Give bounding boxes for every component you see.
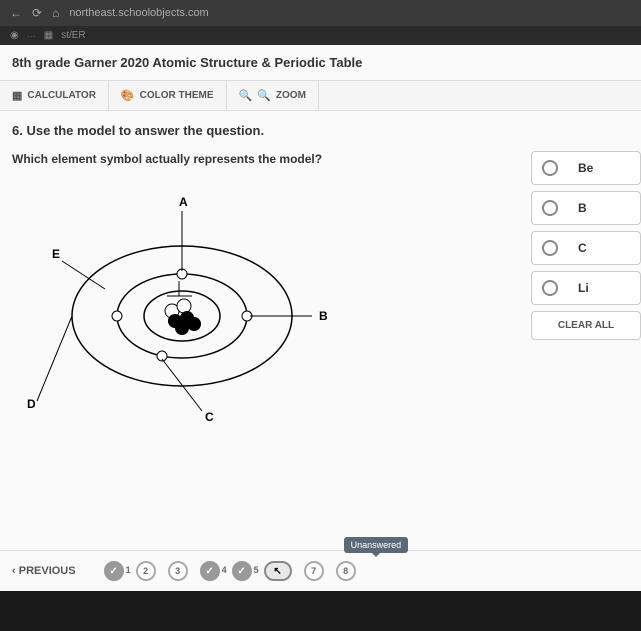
question-content: 6. Use the model to answer the question.… [0,111,641,591]
label-B: B [319,309,328,323]
device-bezel [0,591,641,631]
calculator-icon: ▦ [12,89,22,102]
home-icon[interactable]: ⌂ [52,6,59,20]
toolbar: ▦ CALCULATOR 🎨 COLOR THEME 🔍 🔍 ZOOM [0,81,641,111]
back-icon[interactable]: ← [10,6,22,20]
zoom-button[interactable]: 🔍 🔍 ZOOM [227,81,319,110]
tab-label: st/ER [61,30,85,41]
radio-icon [542,240,558,256]
nav-q5[interactable]: 5 [232,561,252,581]
nav-q2[interactable]: 2 [136,561,156,581]
previous-button[interactable]: ‹ PREVIOUS [12,565,76,577]
answer-option-li[interactable]: Li [531,271,641,305]
browser-address-bar: ← ⟳ ⌂ northeast.schoolobjects.com [0,0,641,26]
radio-icon [542,280,558,296]
zoom-out-icon: 🔍 [239,89,253,102]
tab-icon: ▦ [44,30,53,41]
nav-q1[interactable]: 1 [104,561,124,581]
cursor-icon: ↖ [273,566,281,577]
assessment-title: 8th grade Garner 2020 Atomic Structure &… [12,55,629,70]
chevron-left-icon: ‹ [12,565,19,577]
answer-option-c[interactable]: C [531,231,641,265]
browser-tab-bar: ◉ ··· ▦ st/ER [0,26,641,45]
nav-q7[interactable]: 7 [304,561,324,581]
url-text: northeast.schoolobjects.com [69,7,208,19]
label-C: C [205,410,214,424]
radio-icon [542,200,558,216]
palette-icon: 🎨 [121,89,135,102]
label-A: A [179,195,188,209]
color-theme-button[interactable]: 🎨 COLOR THEME [109,81,227,110]
radio-icon [542,160,558,176]
nav-q6-current[interactable]: ↖ [264,561,292,581]
answer-option-b[interactable]: B [531,191,641,225]
favicon-icon: ◉ [10,30,19,41]
clear-all-button[interactable]: CLEAR ALL [531,311,641,340]
label-E: E [52,247,60,261]
assessment-header: 8th grade Garner 2020 Atomic Structure &… [0,45,641,81]
nav-q4[interactable]: 4 [200,561,220,581]
question-nav: Unanswered 1 2 3 4 5 ↖ 7 8 [104,561,356,581]
question-nav-footer: ‹ PREVIOUS Unanswered 1 2 3 4 5 ↖ 7 8 [0,550,641,591]
label-D: D [27,397,36,411]
question-number: 6. Use the model to answer the question. [12,123,629,138]
reload-icon[interactable]: ⟳ [32,6,42,20]
unanswered-tooltip: Unanswered [344,537,409,553]
nav-q8[interactable]: 8 [336,561,356,581]
nav-q3[interactable]: 3 [168,561,188,581]
calculator-button[interactable]: ▦ CALCULATOR [0,81,109,110]
atom-model-diagram: A B C D E [12,176,352,436]
zoom-in-icon: 🔍 [257,89,271,102]
answer-option-be[interactable]: Be [531,151,641,185]
answer-choices: Be B C Li CLEAR ALL [531,151,641,340]
